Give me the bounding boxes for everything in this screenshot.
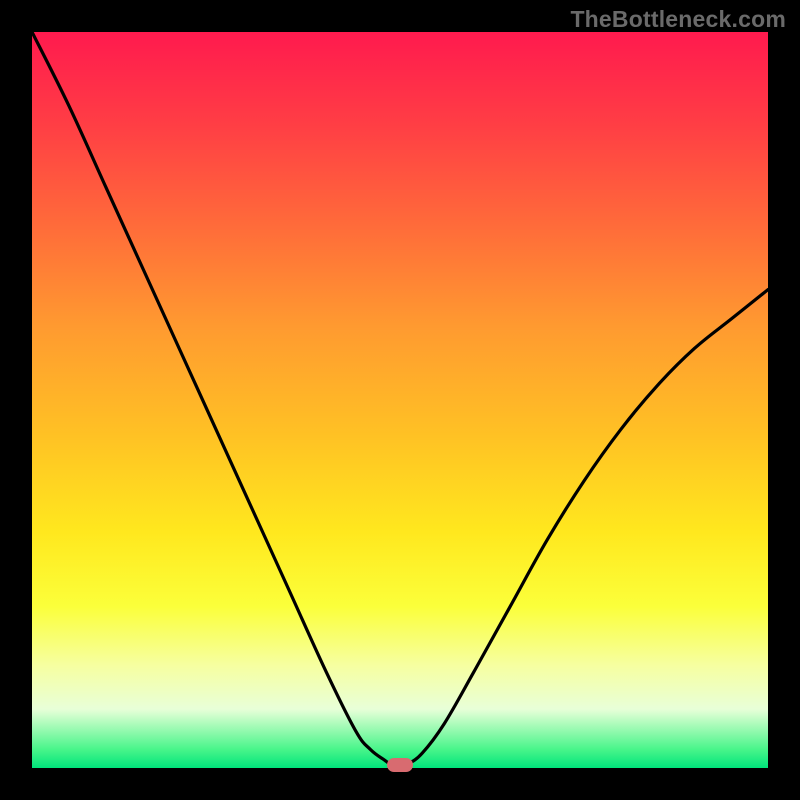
plot-area xyxy=(32,32,768,768)
chart-frame: TheBottleneck.com xyxy=(0,0,800,800)
bottleneck-curve xyxy=(32,32,768,768)
optimum-marker xyxy=(387,758,413,772)
watermark-text: TheBottleneck.com xyxy=(570,6,786,33)
